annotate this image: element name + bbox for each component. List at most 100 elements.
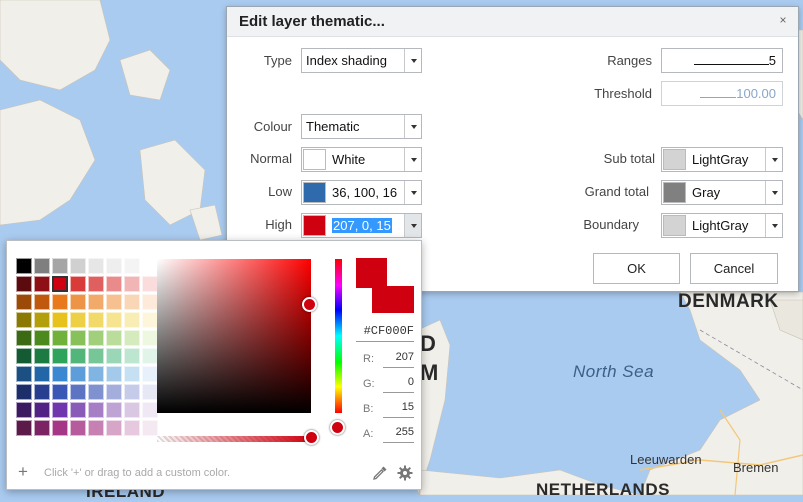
boundary-color-select[interactable]: LightGray [661,213,783,238]
palette-swatch[interactable] [70,348,86,364]
palette-swatch[interactable] [124,348,140,364]
blue-input[interactable]: 15 [383,401,414,418]
saturation-value-area[interactable] [157,259,317,413]
palette-swatch[interactable] [34,258,50,274]
palette-swatch[interactable] [52,330,68,346]
palette-swatch[interactable] [88,366,104,382]
palette-swatch[interactable] [88,312,104,328]
palette-swatch[interactable] [16,366,32,382]
palette-swatch[interactable] [106,276,122,292]
palette-swatch[interactable] [88,402,104,418]
palette-swatch[interactable] [106,402,122,418]
threshold-input[interactable]: 100.00 [661,81,783,106]
add-custom-color-icon[interactable]: + [18,463,28,480]
low-color-select[interactable]: 36, 100, 16 [301,180,422,205]
palette-swatch[interactable] [16,330,32,346]
palette-swatch[interactable] [142,348,158,364]
palette-swatch[interactable] [34,384,50,400]
palette-swatch[interactable] [34,312,50,328]
palette-swatch[interactable] [124,366,140,382]
palette-swatch[interactable] [52,402,68,418]
sub-total-color-select[interactable]: LightGray [661,147,783,172]
palette-swatch[interactable] [142,420,158,436]
ranges-input[interactable]: ​5 [661,48,783,73]
green-input[interactable]: 0 [383,376,414,393]
palette-swatch[interactable] [142,330,158,346]
palette-swatch[interactable] [142,384,158,400]
palette-swatch[interactable] [16,384,32,400]
palette-swatch[interactable] [124,330,140,346]
gear-icon[interactable] [397,465,413,481]
normal-color-select[interactable]: White [301,147,422,172]
dialog-title[interactable]: Edit layer thematic... [227,7,798,37]
palette-swatch[interactable] [52,276,68,292]
palette-swatch[interactable] [34,348,50,364]
palette-swatch[interactable] [124,294,140,310]
palette-swatch[interactable] [70,276,86,292]
alpha-input[interactable]: 255 [383,426,414,443]
palette-swatch[interactable] [70,402,86,418]
saturation-handle[interactable] [302,297,317,312]
palette-swatch[interactable] [70,312,86,328]
palette-swatch[interactable] [16,420,32,436]
palette-swatch[interactable] [34,402,50,418]
hex-input[interactable]: #CF000F [356,324,414,342]
palette-swatch[interactable] [70,420,86,436]
palette-swatch[interactable] [16,276,32,292]
palette-swatch[interactable] [16,294,32,310]
palette-swatch[interactable] [106,312,122,328]
palette-swatch[interactable] [106,420,122,436]
palette-swatch[interactable] [70,258,86,274]
palette-swatch[interactable] [16,312,32,328]
palette-swatch[interactable] [124,420,140,436]
palette-swatch[interactable] [34,276,50,292]
palette-swatch[interactable] [52,366,68,382]
cancel-button[interactable]: Cancel [690,253,778,284]
palette-swatch[interactable] [124,402,140,418]
palette-swatch[interactable] [88,294,104,310]
red-input[interactable]: 207 [383,351,414,368]
palette-swatch[interactable] [142,276,158,292]
palette-swatch[interactable] [52,420,68,436]
palette-swatch[interactable] [88,348,104,364]
palette-swatch[interactable] [142,402,158,418]
palette-swatch[interactable] [124,312,140,328]
palette-swatch[interactable] [106,348,122,364]
palette-swatch[interactable] [124,258,140,274]
palette-swatch[interactable] [142,312,158,328]
type-select[interactable]: Index shading [301,48,422,73]
palette-swatch[interactable] [142,366,158,382]
palette-swatch[interactable] [124,276,140,292]
palette-swatch[interactable] [16,402,32,418]
palette-swatch[interactable] [106,384,122,400]
eyedropper-icon[interactable] [372,465,388,481]
ok-button[interactable]: OK [593,253,680,284]
palette-swatch[interactable] [88,420,104,436]
grand-total-color-select[interactable]: Gray [661,180,783,205]
palette-swatch[interactable] [16,258,32,274]
high-color-value[interactable]: 207, 0, 15 [332,218,392,233]
palette-swatch[interactable] [142,258,158,274]
palette-swatch[interactable] [16,348,32,364]
palette-swatch[interactable] [52,348,68,364]
palette-swatch[interactable] [70,294,86,310]
palette-swatch[interactable] [52,384,68,400]
palette-swatch[interactable] [34,330,50,346]
palette-swatch[interactable] [70,384,86,400]
palette-swatch[interactable] [70,366,86,382]
palette-swatch[interactable] [34,420,50,436]
palette-swatch[interactable] [52,258,68,274]
palette-swatch[interactable] [88,276,104,292]
palette-swatch[interactable] [124,384,140,400]
palette-swatch[interactable] [34,294,50,310]
palette-swatch[interactable] [88,384,104,400]
palette-swatch[interactable] [34,366,50,382]
hue-slider[interactable] [330,259,345,435]
hue-handle[interactable] [330,420,345,435]
colour-select[interactable]: Thematic [301,114,422,139]
palette-swatch[interactable] [88,330,104,346]
close-icon[interactable]: × [776,13,790,27]
alpha-slider[interactable] [157,430,319,445]
alpha-handle[interactable] [304,430,319,445]
palette-swatch[interactable] [142,294,158,310]
